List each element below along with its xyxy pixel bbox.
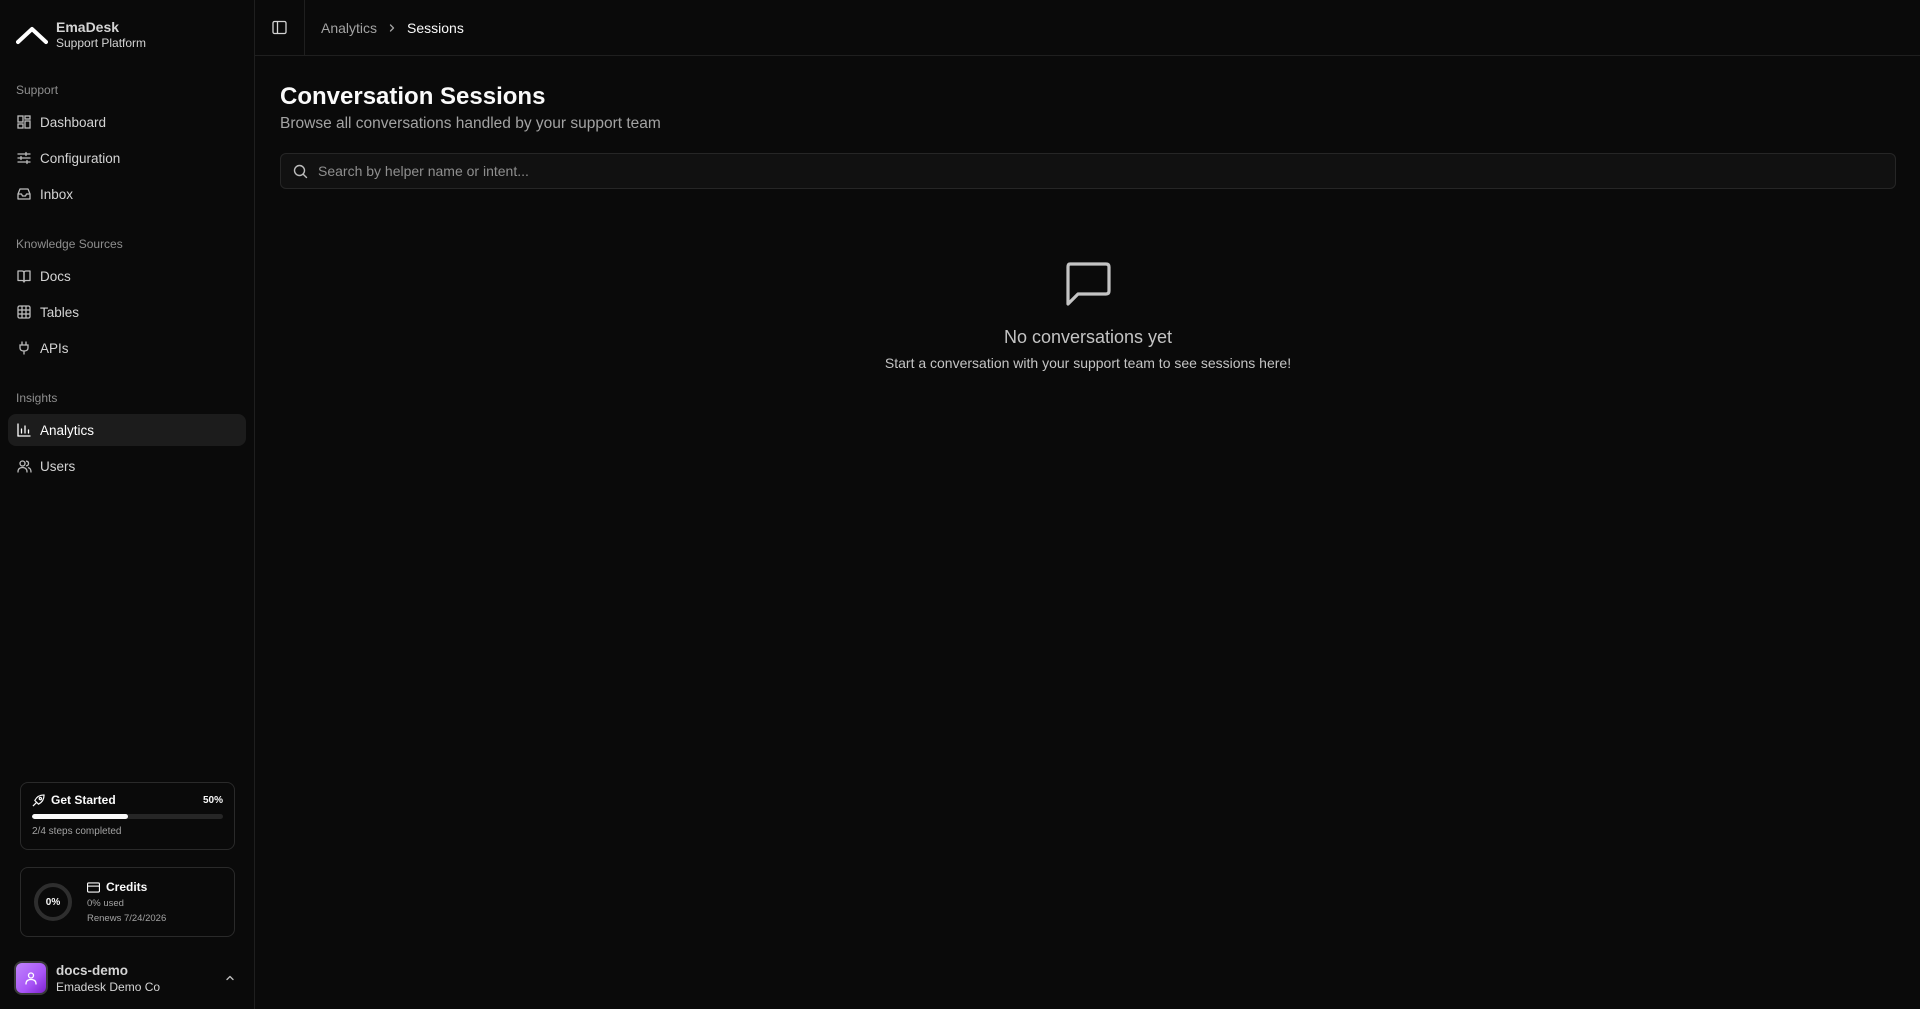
brand-name: EmaDesk: [56, 19, 120, 35]
sidebar-item-apis[interactable]: APIs: [8, 332, 246, 364]
app-root: EmaDesk Support Platform Support Dashboa…: [0, 0, 1920, 1009]
empty-state-message: Start a conversation with your support t…: [884, 355, 1292, 371]
sidebar: EmaDesk Support Platform Support Dashboa…: [0, 0, 255, 1009]
avatar: [14, 961, 48, 995]
search-input[interactable]: [318, 163, 1883, 179]
credit-card-icon: [87, 881, 100, 893]
sidebar-toggle-icon: [272, 20, 287, 35]
credits-ring-label: 0%: [45, 896, 61, 908]
users-icon: [16, 458, 32, 474]
sidebar-item-dashboard[interactable]: Dashboard: [8, 106, 246, 138]
inbox-icon: [16, 186, 32, 202]
table-icon: [16, 304, 32, 320]
sidebar-item-label: Docs: [40, 268, 71, 284]
get-started-label: Get Started: [51, 793, 116, 807]
search-icon: [293, 164, 308, 178]
credits-renews: Renews 7/24/2026: [87, 913, 167, 924]
brand-subtitle: Support Platform: [56, 36, 147, 50]
get-started-card[interactable]: Get Started 50% 2/4 steps completed: [20, 782, 235, 850]
sidebar-item-label: Analytics: [40, 422, 95, 438]
empty-state: No conversations yet Start a conversatio…: [280, 261, 1896, 371]
sidebar-item-label: Dashboard: [40, 114, 107, 130]
brand-logo-icon: [16, 23, 48, 47]
main-content: Analytics Sessions Conversation Sessions…: [255, 0, 1920, 1009]
sidebar-section-support: Support Dashboard Configuration Inbox: [0, 80, 254, 214]
get-started-header: Get Started 50%: [32, 793, 223, 807]
search-bar[interactable]: [280, 153, 1896, 189]
sidebar-item-label: Configuration: [40, 150, 121, 166]
page-content: Conversation Sessions Browse all convers…: [255, 56, 1920, 371]
rocket-icon: [32, 793, 45, 806]
user-icon: [25, 972, 37, 985]
page-title: Conversation Sessions: [280, 83, 546, 110]
section-label: Insights: [16, 391, 58, 405]
sidebar-item-inbox[interactable]: Inbox: [8, 178, 246, 210]
sidebar-item-configuration[interactable]: Configuration: [8, 142, 246, 174]
bar-chart-icon: [16, 422, 32, 438]
sidebar-toggle-button[interactable]: [255, 0, 305, 56]
credits-label: Credits: [106, 880, 148, 894]
sidebar-section-insights: Insights Analytics Users: [0, 388, 254, 486]
message-square-icon: [1066, 262, 1111, 306]
credits-card[interactable]: 0% Credits 0% used Renews 7/24/2026: [20, 867, 235, 937]
user-menu[interactable]: docs-demo Emadesk Demo Co: [14, 958, 242, 998]
sidebar-item-label: APIs: [40, 340, 69, 356]
sidebar-item-label: Users: [40, 458, 76, 474]
credits-title: Credits: [87, 880, 166, 894]
book-icon: [16, 268, 32, 284]
page-subtitle: Browse all conversations handled by your…: [280, 115, 661, 132]
chevron-up-icon[interactable]: [224, 972, 236, 984]
get-started-steps: 2/4 steps completed: [32, 826, 122, 837]
sidebar-section-knowledge: Knowledge Sources Docs Tables APIs: [0, 234, 254, 368]
sidebar-item-tables[interactable]: Tables: [8, 296, 246, 328]
get-started-title: Get Started: [32, 793, 116, 807]
brand-text: EmaDesk Support Platform: [56, 19, 146, 51]
breadcrumb: Analytics Sessions: [305, 20, 464, 36]
sidebar-item-docs[interactable]: Docs: [8, 260, 246, 292]
brand[interactable]: EmaDesk Support Platform: [0, 0, 254, 56]
user-org: Emadesk Demo Co: [56, 979, 161, 994]
breadcrumb-analytics[interactable]: Analytics: [321, 20, 377, 36]
sliders-icon: [16, 150, 32, 166]
user-name: docs-demo: [56, 962, 129, 978]
plug-icon: [16, 340, 32, 356]
empty-state-title: No conversations yet: [1003, 327, 1173, 347]
credits-used: 0% used: [87, 898, 124, 909]
user-text: docs-demo Emadesk Demo Co: [56, 962, 160, 995]
chevron-right-icon: [387, 23, 397, 33]
get-started-percent: 50%: [202, 794, 223, 806]
top-bar: Analytics Sessions: [255, 0, 1920, 56]
section-label: Knowledge Sources: [16, 237, 123, 251]
sidebar-item-users[interactable]: Users: [8, 450, 246, 482]
sidebar-item-label: Tables: [40, 304, 80, 320]
dashboard-icon: [16, 114, 32, 130]
get-started-progress-fill: [32, 814, 128, 819]
get-started-progress-bar: [32, 814, 223, 819]
section-label: Support: [16, 83, 59, 97]
credits-info: Credits 0% used Renews 7/24/2026: [87, 880, 166, 924]
credits-ring: 0%: [33, 882, 73, 922]
sidebar-item-analytics[interactable]: Analytics: [8, 414, 246, 446]
sidebar-item-label: Inbox: [40, 186, 74, 202]
breadcrumb-current: Sessions: [407, 19, 464, 36]
